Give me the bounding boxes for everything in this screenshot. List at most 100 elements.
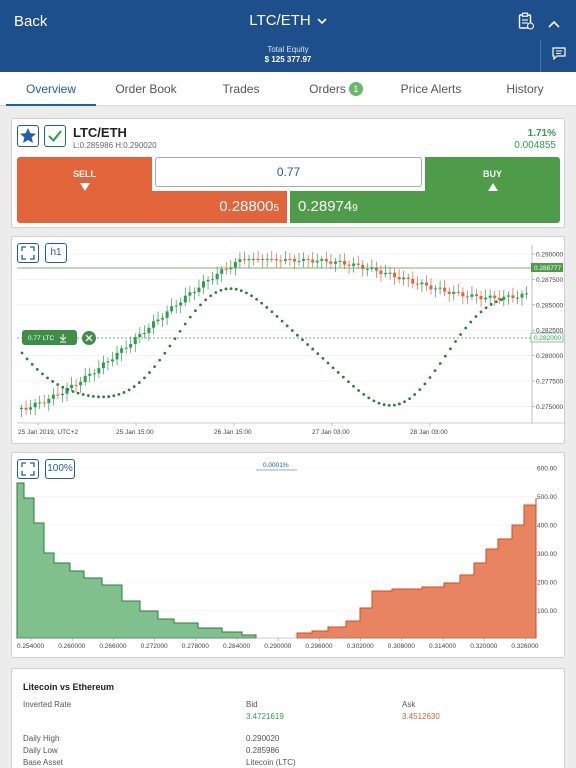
candle-body (156, 319, 160, 322)
candle-body (356, 263, 360, 265)
instrument-info-card: Litecoin vs Ethereum Inverted Rate Bid 3… (11, 668, 565, 768)
candle-body (29, 407, 33, 410)
chat-icon[interactable] (552, 47, 566, 65)
candle-body (174, 305, 178, 307)
candle-body (411, 278, 415, 284)
sar-dot (408, 397, 411, 401)
sar-dot (500, 298, 503, 302)
sar-dot (209, 294, 213, 298)
buy-price[interactable]: 0.289749 (290, 191, 425, 223)
candle-body (393, 272, 397, 278)
buy-button[interactable]: BUY (425, 157, 560, 223)
top-bar: Back LTC/ETH Total Equity $ 125 377.97 (0, 0, 576, 72)
candle-body (20, 407, 23, 409)
sar-dot (214, 291, 218, 294)
candle-body (129, 344, 133, 348)
sell-price[interactable]: 0.288005 (152, 191, 287, 223)
depth-y-tick-label: 300.00 (537, 551, 557, 558)
tab-orders[interactable]: Orders 1 (290, 72, 382, 106)
x-tick-label: 27 Jan 03:00 (312, 429, 350, 436)
sar-dot (239, 289, 243, 293)
depth-chart[interactable]: 600.00 500.00 400.00 300.00 200.00 100.00 0.2… (12, 453, 564, 657)
low-high-range: L:0.285986 H:0.290020 (73, 141, 157, 150)
candle-body (233, 261, 237, 268)
sar-dot (122, 391, 126, 394)
sar-dot (61, 385, 65, 389)
fullscreen-icon[interactable] (17, 243, 39, 263)
ask-depth-area (296, 498, 537, 639)
candle-body (224, 269, 228, 271)
tab-trades[interactable]: Trades (196, 72, 286, 106)
candle-body (461, 292, 465, 297)
buy-price-pip: 9 (352, 203, 358, 214)
sar-dot (403, 400, 406, 404)
sar-dot (352, 384, 355, 388)
trade-ticket: LTC/ETH L:0.285986 H:0.290020 1.71% 0.00… (11, 118, 565, 228)
sar-dot (423, 382, 427, 386)
chevron-down-icon (317, 14, 327, 28)
sar-dot (285, 324, 289, 328)
candle-body (261, 259, 265, 260)
sar-dot (219, 288, 223, 292)
timeframe-button[interactable]: h1 (45, 243, 67, 263)
sar-dot (270, 310, 274, 314)
bid-depth-area (16, 482, 257, 639)
sell-price-pip: 5 (273, 203, 279, 214)
order-tag-label: 0.77 LTC (28, 335, 55, 342)
candle-body (115, 352, 119, 360)
candle-body (415, 283, 419, 285)
sar-dot (137, 381, 141, 384)
depth-x-tick-label: 0.266000 (99, 643, 126, 650)
candle-body (361, 264, 365, 270)
pair-selector[interactable]: LTC/ETH (0, 12, 576, 29)
tab-overview[interactable]: Overview (6, 72, 96, 106)
candle-body (488, 295, 492, 298)
sar-dot (433, 369, 437, 373)
sar-dot (479, 310, 483, 314)
favorite-star-icon[interactable] (17, 125, 39, 147)
candle-body (302, 259, 306, 261)
checkmark-icon[interactable] (44, 125, 66, 147)
price-chart[interactable]: 0.2900000.2875000.2850000.2825000.280000… (12, 237, 564, 443)
candle-body (525, 293, 529, 295)
depth-fullscreen-icon[interactable] (17, 459, 39, 479)
depth-x-tick-label: 0.296000 (305, 643, 332, 650)
candle-body (438, 287, 442, 289)
sar-dot (30, 362, 34, 366)
candle-body (283, 259, 287, 261)
sar-dot (168, 344, 172, 348)
sell-button[interactable]: SELL (17, 157, 152, 223)
candle-body (406, 277, 410, 279)
bid-label: Bid (246, 700, 258, 709)
candle-body (388, 272, 392, 274)
daily-low-label: Daily Low (23, 746, 58, 755)
sar-dot (413, 393, 417, 396)
sar-dot (362, 393, 366, 396)
clipboard-icon[interactable] (518, 12, 535, 35)
inverted-rate-label: Inverted Rate (23, 700, 72, 709)
sar-dot (234, 287, 238, 291)
candle-body (288, 259, 292, 260)
tab-price-alerts[interactable]: Price Alerts (386, 72, 476, 106)
sar-dot (321, 356, 325, 360)
sar-dot (443, 354, 447, 358)
candle-body (165, 311, 169, 318)
depth-x-tick-label: 0.308000 (388, 643, 415, 650)
chevron-up-icon[interactable] (548, 15, 560, 33)
depth-zoom-button[interactable]: 100% (45, 459, 75, 479)
candle-body (151, 321, 155, 328)
tab-order-book[interactable]: Order Book (100, 72, 192, 106)
y-tick-label: 0.277500 (536, 379, 563, 386)
candle-body (347, 264, 351, 266)
sar-dot (392, 403, 396, 407)
quantity-input[interactable]: 0.77 (155, 157, 422, 187)
candle-body (343, 260, 347, 265)
sar-dot (367, 396, 371, 400)
sar-dot (20, 351, 24, 355)
candle-body (320, 259, 324, 261)
candle-body (447, 291, 451, 294)
sar-dot (428, 376, 432, 379)
tab-history[interactable]: History (480, 72, 570, 106)
depth-x-tick-label: 0.278000 (182, 643, 209, 650)
sar-dot (464, 326, 468, 330)
